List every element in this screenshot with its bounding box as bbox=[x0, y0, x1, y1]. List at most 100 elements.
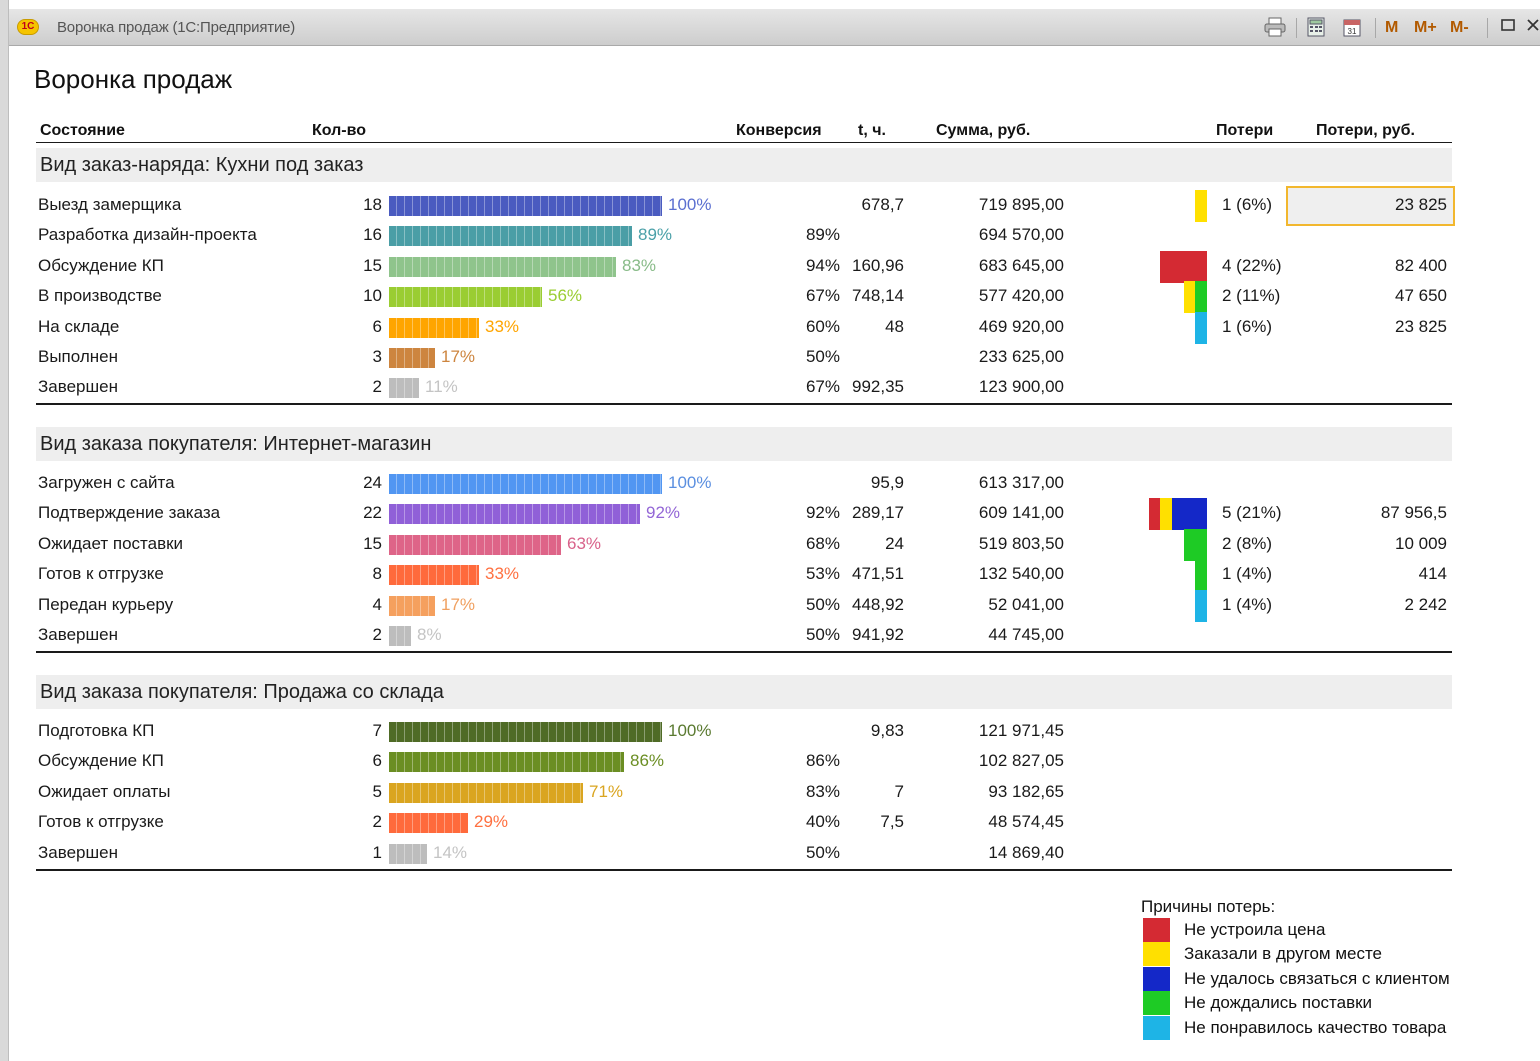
group-title: Вид заказа покупателя: Продажа со склада bbox=[40, 681, 444, 703]
row-qty: 16 bbox=[363, 225, 382, 244]
row-state-label[interactable]: Подтверждение заказа bbox=[38, 503, 220, 523]
funnel-bar bbox=[389, 844, 427, 864]
row-state-label[interactable]: На складе bbox=[38, 317, 119, 337]
row-state-label[interactable]: В производстве bbox=[38, 286, 162, 306]
row-losses-rub[interactable]: 87 956,5 bbox=[1296, 503, 1447, 523]
loss-segment-yellow bbox=[1160, 498, 1172, 530]
row-sum: 44 745,00 bbox=[988, 625, 1064, 644]
funnel-bar bbox=[389, 348, 435, 368]
header-sum: Сумма, руб. bbox=[936, 122, 1031, 139]
row-state-label[interactable]: Разработка дизайн-проекта bbox=[38, 225, 257, 245]
toolbar-separator bbox=[1487, 18, 1488, 38]
funnel-bar-percent: 63% bbox=[567, 534, 602, 553]
funnel-bar bbox=[389, 257, 616, 277]
row-losses: 1 (4%) bbox=[1222, 595, 1273, 614]
row-conversion: 89% bbox=[805, 225, 840, 244]
row-qty: 1 bbox=[372, 843, 382, 862]
row-time: 48 bbox=[885, 317, 904, 336]
group-bottom-line bbox=[36, 403, 1452, 405]
funnel-bar-percent: 89% bbox=[638, 225, 673, 244]
loss-segment-green bbox=[1184, 529, 1207, 561]
row-time: 160,96 bbox=[852, 256, 904, 275]
funnel-bar-percent: 17% bbox=[441, 595, 476, 614]
window-titlebar: 1С Воронка продаж (1С:Предприятие) 31 M … bbox=[9, 9, 1540, 46]
funnel-bar bbox=[389, 504, 640, 524]
row-sum: 519 803,50 bbox=[978, 534, 1064, 553]
memory-add-button[interactable]: M+ bbox=[1414, 17, 1437, 39]
print-icon[interactable] bbox=[1263, 17, 1287, 39]
row-qty: 6 bbox=[372, 317, 382, 336]
header-time: t, ч. bbox=[858, 122, 886, 139]
row-state-label[interactable]: Ожидает поставки bbox=[38, 534, 183, 554]
calculator-icon[interactable] bbox=[1304, 17, 1328, 39]
funnel-bar-percent: 100% bbox=[668, 473, 712, 492]
legend-swatch bbox=[1143, 942, 1170, 966]
funnel-bar bbox=[389, 318, 479, 338]
row-state-label[interactable]: Завершен bbox=[38, 377, 118, 397]
row-losses-rub[interactable]: 82 400 bbox=[1296, 256, 1447, 276]
loss-segment-cyan bbox=[1195, 590, 1207, 622]
funnel-bar-percent: 100% bbox=[668, 721, 712, 740]
row-qty: 10 bbox=[363, 286, 382, 305]
row-sum: 469 920,00 bbox=[978, 317, 1064, 336]
row-losses: 2 (11%) bbox=[1222, 286, 1281, 305]
row-time: 7,5 bbox=[880, 812, 904, 831]
row-state-label[interactable]: Завершен bbox=[38, 843, 118, 863]
row-time: 941,92 bbox=[852, 625, 904, 644]
memory-subtract-button[interactable]: M- bbox=[1450, 17, 1469, 39]
maximize-icon[interactable] bbox=[1497, 17, 1519, 39]
calendar-icon[interactable]: 31 bbox=[1340, 17, 1364, 39]
funnel-bar bbox=[389, 752, 624, 772]
funnel-bar-percent: 17% bbox=[441, 347, 476, 366]
row-state-label[interactable]: Завершен bbox=[38, 625, 118, 645]
loss-segment-green bbox=[1195, 281, 1207, 313]
row-losses-rub[interactable]: 23 825 bbox=[1296, 317, 1447, 337]
row-conversion: 86% bbox=[805, 751, 840, 770]
header-state: Состояние bbox=[40, 122, 125, 139]
funnel-bar bbox=[389, 226, 632, 246]
funnel-bar-percent: 14% bbox=[433, 843, 468, 862]
row-sum: 609 141,00 bbox=[978, 503, 1064, 522]
row-qty: 22 bbox=[363, 503, 382, 522]
row-losses-rub[interactable]: 2 242 bbox=[1296, 595, 1447, 615]
group-header: Вид заказа покупателя: Интернет-магазин bbox=[36, 427, 1452, 461]
funnel-bar bbox=[389, 378, 419, 398]
svg-text:31: 31 bbox=[1348, 27, 1357, 36]
row-time: 678,7 bbox=[861, 195, 904, 214]
row-state-label[interactable]: Выполнен bbox=[38, 347, 118, 367]
header-qty: Кол-во bbox=[312, 122, 367, 139]
row-sum: 719 895,00 bbox=[978, 195, 1064, 214]
row-state-label[interactable]: Загружен с сайта bbox=[38, 473, 175, 493]
funnel-bar-percent: 71% bbox=[589, 782, 624, 801]
row-qty: 15 bbox=[363, 534, 382, 553]
row-sum: 102 827,05 bbox=[978, 751, 1064, 770]
row-losses: 5 (21%) bbox=[1222, 503, 1282, 522]
row-conversion: 50% bbox=[805, 843, 840, 862]
memory-store-button[interactable]: M bbox=[1385, 17, 1398, 39]
row-state-label[interactable]: Передан курьеру bbox=[38, 595, 173, 615]
row-state-label[interactable]: Обсуждение КП bbox=[38, 256, 164, 276]
funnel-bar bbox=[389, 626, 411, 646]
funnel-bar-percent: 29% bbox=[474, 812, 509, 831]
row-state-label[interactable]: Выезд замерщика bbox=[38, 195, 181, 215]
legend-label: Не устроила цена bbox=[1184, 920, 1326, 939]
row-state-label[interactable]: Обсуждение КП bbox=[38, 751, 164, 771]
row-losses-rub[interactable]: 23 825 bbox=[1296, 195, 1447, 215]
row-losses-rub[interactable]: 47 650 bbox=[1296, 286, 1447, 306]
row-state-label[interactable]: Готов к отгрузке bbox=[38, 564, 164, 584]
funnel-bar-percent: 100% bbox=[668, 195, 712, 214]
row-state-label[interactable]: Подготовка КП bbox=[38, 721, 154, 741]
group-header: Вид заказа покупателя: Продажа со склада bbox=[36, 675, 1452, 709]
row-sum: 121 971,45 bbox=[978, 721, 1064, 740]
header-underline bbox=[36, 142, 1452, 143]
funnel-bar bbox=[389, 287, 542, 307]
row-losses-rub[interactable]: 10 009 bbox=[1296, 534, 1447, 554]
row-state-label[interactable]: Готов к отгрузке bbox=[38, 812, 164, 832]
close-icon[interactable] bbox=[1525, 17, 1539, 39]
row-qty: 2 bbox=[372, 377, 382, 396]
legend-swatch bbox=[1143, 967, 1170, 991]
row-state-label[interactable]: Ожидает оплаты bbox=[38, 782, 171, 802]
row-losses-rub[interactable]: 414 bbox=[1296, 564, 1447, 584]
row-losses: 1 (6%) bbox=[1222, 317, 1273, 336]
row-qty: 18 bbox=[363, 195, 382, 214]
